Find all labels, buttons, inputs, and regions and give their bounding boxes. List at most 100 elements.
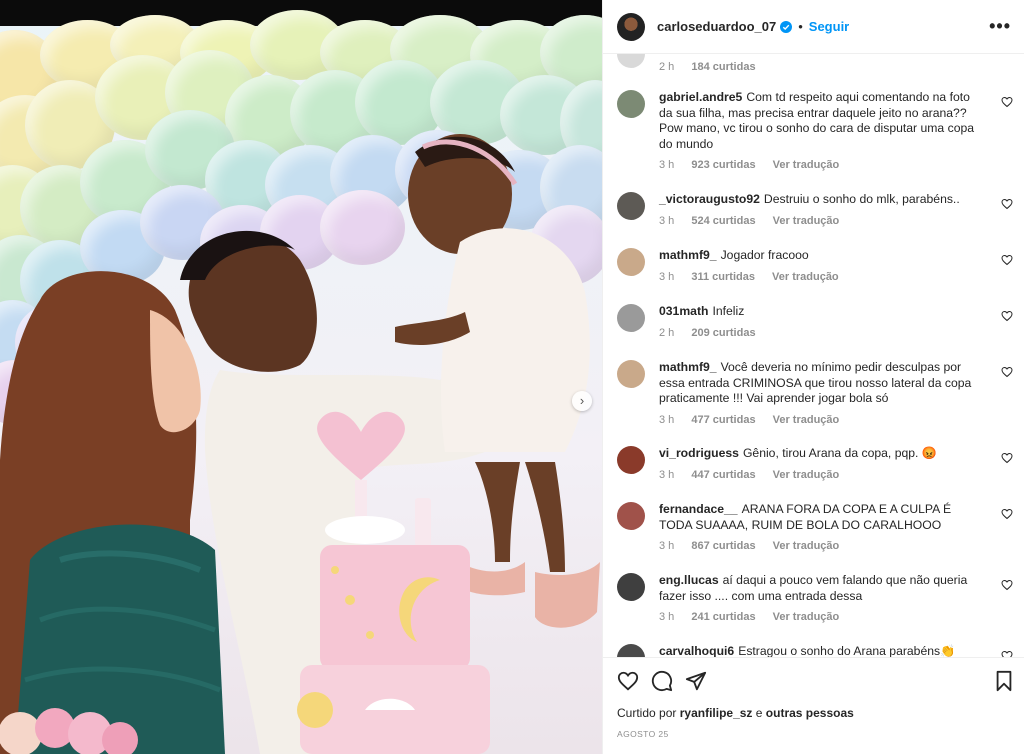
heart-icon[interactable]: [1001, 310, 1013, 322]
heart-icon[interactable]: [1001, 366, 1013, 378]
comment-body: gabriel.andre5 Com td respeito aqui comen…: [659, 90, 979, 174]
commenter-avatar[interactable]: [617, 573, 645, 601]
more-options-button[interactable]: •••: [989, 16, 1011, 37]
comment-meta: 3 h 311 curtidas Ver tradução: [659, 270, 979, 286]
comment-text: Gênio, tirou Arana da copa, pqp. 😡: [742, 446, 937, 460]
share-icon[interactable]: [685, 670, 707, 692]
comment-likes[interactable]: 241 curtidas: [691, 611, 755, 623]
heart-icon[interactable]: [1001, 650, 1013, 657]
birthday-cake: [297, 411, 490, 754]
comment-time: 2 h: [659, 326, 675, 339]
commenter-username[interactable]: vi_rodriguess: [659, 446, 739, 460]
commenter-avatar[interactable]: [617, 644, 645, 657]
commenter-username[interactable]: carvalhoqui6: [659, 644, 734, 657]
commenter-username[interactable]: eng.llucas: [659, 573, 719, 587]
commenter-avatar[interactable]: [617, 502, 645, 530]
see-translation-link[interactable]: Ver tradução: [773, 159, 840, 171]
comment-time: 3 h: [659, 270, 675, 283]
comment-text: Estragou o sonho do Arana parabéns👏: [738, 644, 956, 657]
commenter-username[interactable]: mathmf9_: [659, 248, 717, 262]
comment-meta: 3 h 447 curtidas Ver tradução: [659, 468, 979, 484]
liked-by-and: e: [755, 706, 763, 720]
heart-icon[interactable]: [1001, 96, 1013, 108]
commenter-avatar[interactable]: [617, 446, 645, 474]
comment-time: 2 h: [659, 61, 675, 73]
comment-body: vi_rodriguess Gênio, tirou Arana da copa,…: [659, 446, 979, 483]
comment-text: Destruiu o sonho do mlk, parabéns..: [763, 192, 960, 206]
next-photo-button[interactable]: ›: [572, 391, 592, 411]
post-side-panel: carloseduardoo_07 • Seguir ••• 2 h 184 c…: [602, 0, 1024, 754]
commenter-avatar[interactable]: [617, 304, 645, 332]
comment-likes[interactable]: 209 curtidas: [691, 327, 755, 339]
commenter-username[interactable]: gabriel.andre5: [659, 90, 742, 104]
comment-body: 2 h 184 curtidas: [659, 54, 979, 76]
comment-text: Infeliz: [712, 304, 745, 318]
commenter-username[interactable]: fernandace__: [659, 502, 738, 516]
liked-by-others[interactable]: outras pessoas: [766, 706, 854, 720]
heart-icon[interactable]: [1001, 198, 1013, 210]
comment-meta: 2 h 209 curtidas: [659, 326, 979, 342]
commenter-username[interactable]: mathmf9_: [659, 360, 717, 374]
post-header: carloseduardoo_07 • Seguir •••: [603, 0, 1024, 54]
comment-body: mathmf9_ Você deveria no mínimo pedir des…: [659, 360, 979, 428]
comment-body: 031math Infeliz 2 h 209 curtidas: [659, 304, 979, 341]
heart-icon[interactable]: [1001, 508, 1013, 520]
follow-button[interactable]: Seguir: [809, 19, 849, 34]
comment-body: eng.llucas aí daqui a pouco vem falando q…: [659, 573, 979, 626]
commenter-avatar[interactable]: [617, 248, 645, 276]
post-actions-bar: Curtido por ryanfilipe_sz e outras pesso…: [603, 657, 1024, 754]
liked-by-prefix: Curtido por: [617, 706, 677, 720]
comment-meta: 3 h 477 curtidas Ver tradução: [659, 413, 979, 429]
comment-meta: 2 h 184 curtidas: [659, 60, 979, 76]
comment-likes[interactable]: 447 curtidas: [691, 469, 755, 481]
heart-icon[interactable]: [1001, 254, 1013, 266]
comment-body: fernandace__ ARANA FORA DA COPA E A CULPA…: [659, 502, 979, 555]
comment-meta: 3 h 867 curtidas Ver tradução: [659, 539, 979, 555]
comment-meta: 3 h 241 curtidas Ver tradução: [659, 610, 979, 626]
see-translation-link[interactable]: Ver tradução: [773, 611, 840, 623]
bookmark-icon[interactable]: [993, 670, 1015, 692]
commenter-username[interactable]: 031math: [659, 304, 708, 318]
see-translation-link[interactable]: Ver tradução: [772, 271, 839, 283]
comment-time: 3 h: [659, 611, 675, 623]
comment-time: 3 h: [659, 468, 675, 481]
comment-body: _victoraugusto92 Destruiu o sonho do mlk,…: [659, 192, 979, 229]
verified-badge-icon: [780, 20, 793, 33]
author-username[interactable]: carloseduardoo_07: [657, 19, 776, 34]
liked-by-user[interactable]: ryanfilipe_sz: [680, 706, 753, 720]
see-translation-link[interactable]: Ver tradução: [773, 469, 840, 481]
commenter-avatar[interactable]: [617, 54, 645, 68]
commenter-avatar[interactable]: [617, 90, 645, 118]
post-photo: ›: [0, 0, 602, 754]
comment-likes[interactable]: 477 curtidas: [691, 414, 755, 426]
comment-likes[interactable]: 184 curtidas: [691, 61, 755, 73]
see-translation-link[interactable]: Ver tradução: [773, 414, 840, 426]
flower-bouquet: [0, 708, 138, 754]
see-translation-link[interactable]: Ver tradução: [773, 540, 840, 552]
comment-time: 3 h: [659, 413, 675, 426]
commenter-avatar[interactable]: [617, 360, 645, 388]
commenter-username[interactable]: _victoraugusto92: [659, 192, 760, 206]
comment-likes[interactable]: 311 curtidas: [691, 271, 755, 283]
commenter-avatar[interactable]: [617, 192, 645, 220]
comment-body: mathmf9_ Jogador fracooo 3 h 311 curtidas…: [659, 248, 979, 285]
comment-likes[interactable]: 524 curtidas: [691, 215, 755, 227]
comment-time: 3 h: [659, 540, 675, 552]
comment-likes[interactable]: 867 curtidas: [691, 540, 755, 552]
comment-meta: 3 h 524 curtidas Ver tradução: [659, 214, 979, 230]
comment-time: 3 h: [659, 159, 675, 171]
heart-icon[interactable]: [1001, 452, 1013, 464]
comments-list: 2 h 184 curtidas gabriel.andre5 Com td re…: [603, 54, 1024, 657]
heart-icon[interactable]: [1001, 579, 1013, 591]
author-avatar[interactable]: [617, 12, 645, 41]
comment-likes[interactable]: 923 curtidas: [691, 159, 755, 171]
liked-by-line: Curtido por ryanfilipe_sz e outras pesso…: [617, 706, 854, 720]
comment-body: carvalhoqui6 Estragou o sonho do Arana pa…: [659, 644, 979, 657]
comment-text: Jogador fracooo: [720, 248, 809, 262]
see-translation-link[interactable]: Ver tradução: [773, 215, 840, 227]
comment-meta: 3 h 923 curtidas Ver tradução: [659, 158, 979, 174]
comment-icon[interactable]: [651, 670, 673, 692]
comment-time: 3 h: [659, 214, 675, 227]
post-date[interactable]: AGOSTO 25: [617, 729, 669, 739]
heart-icon[interactable]: [617, 670, 639, 692]
